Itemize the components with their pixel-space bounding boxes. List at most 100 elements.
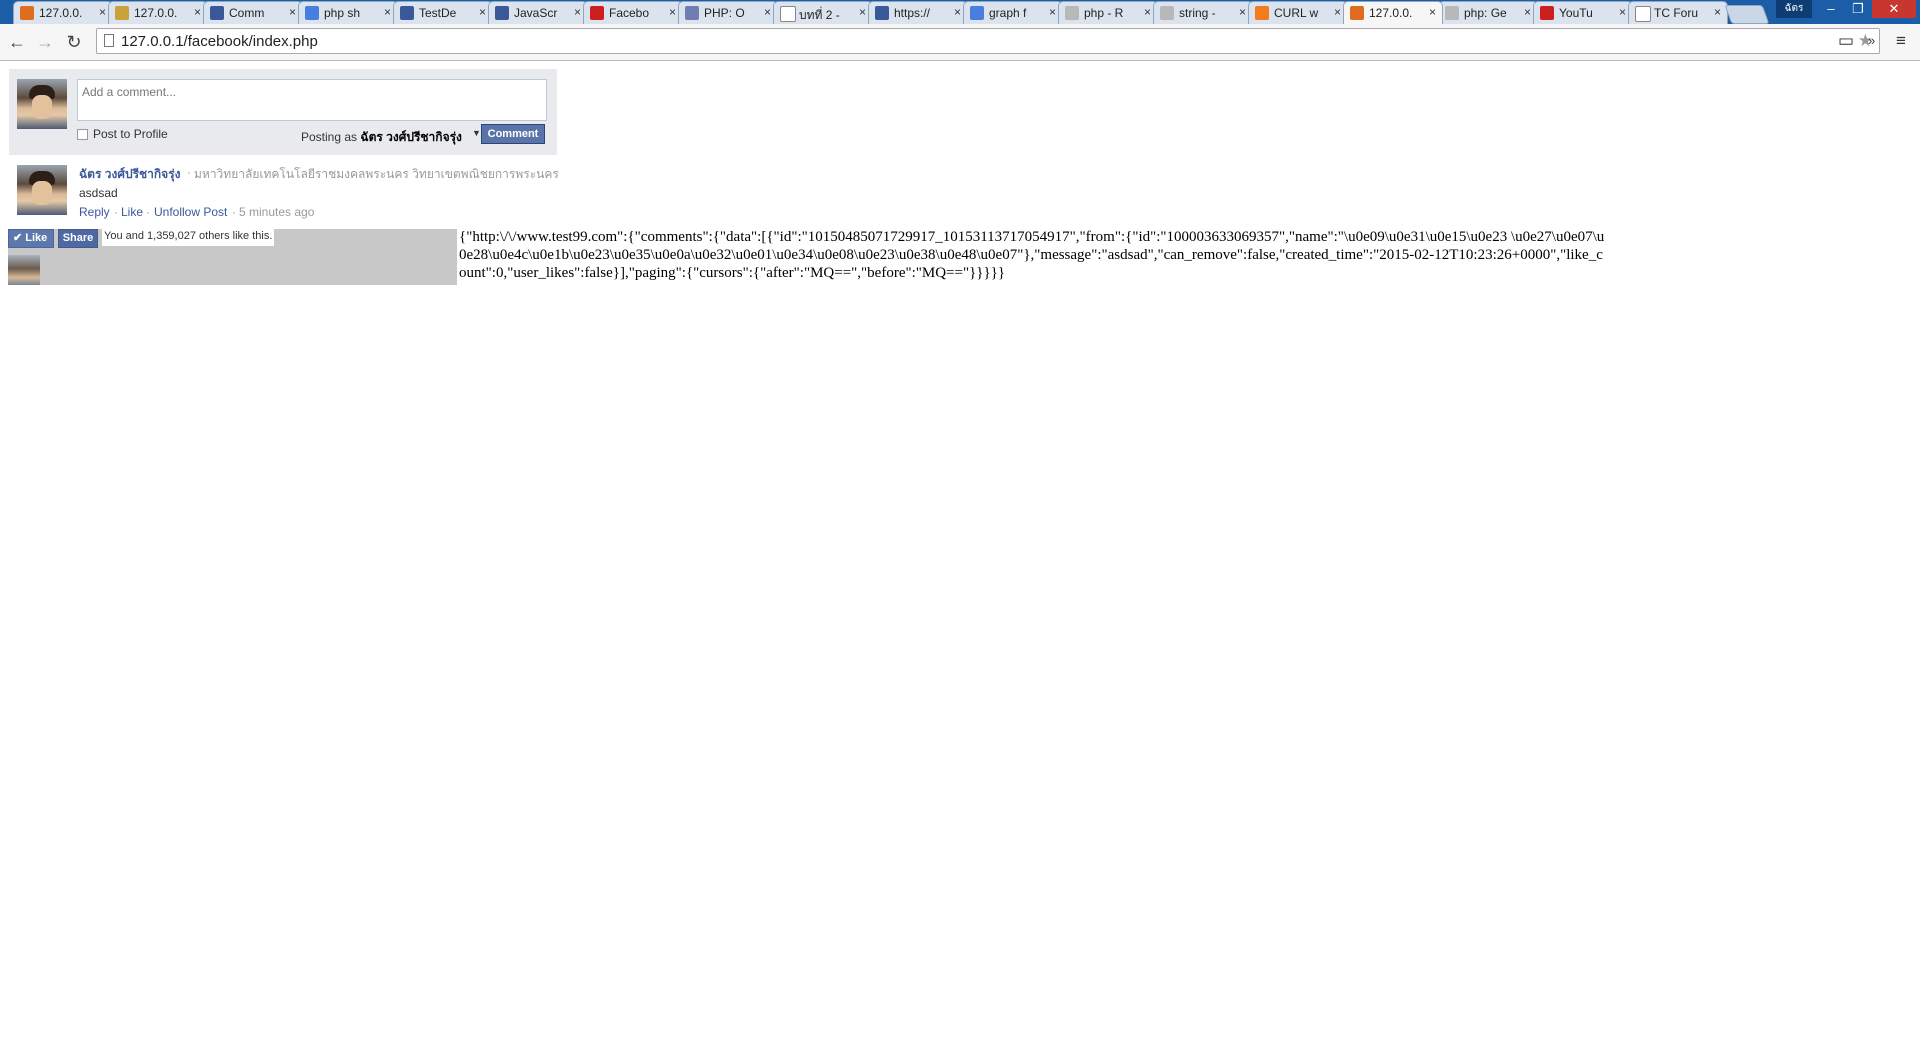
orange-site-icon xyxy=(1350,6,1364,20)
posting-as-prefix: Posting as xyxy=(301,130,358,144)
separator-dot: · xyxy=(114,205,118,219)
comment-affiliation: มหาวิทยาลัยเทคโนโลยีราชมงคลพระนคร วิทยาเ… xyxy=(194,167,559,181)
facebook-icon xyxy=(875,6,889,20)
tab[interactable]: บทที่ 2 - × xyxy=(773,1,873,24)
stack-icon xyxy=(1065,6,1079,20)
close-tab-icon[interactable]: × xyxy=(1524,5,1531,19)
caret-down-icon[interactable]: ▼ xyxy=(472,128,481,138)
tab[interactable]: 127.0.0. × xyxy=(108,1,208,24)
restore-icon[interactable]: ❐ xyxy=(1845,0,1871,18)
tab-label: 127.0.0. xyxy=(1369,6,1413,20)
tab-label: JavaScr xyxy=(514,6,558,20)
forward-arrow-icon[interactable]: → xyxy=(34,31,56,53)
tab[interactable]: graph f × xyxy=(963,1,1063,24)
close-tab-icon[interactable]: × xyxy=(1429,5,1436,19)
tab[interactable]: 127.0.0. × xyxy=(1343,1,1443,24)
like-button[interactable]: ✔ Like xyxy=(8,229,54,248)
close-tab-icon[interactable]: × xyxy=(954,5,961,19)
tab[interactable]: Facebo × xyxy=(583,1,683,24)
checkmark-icon: ✔ xyxy=(13,232,23,244)
close-tab-icon[interactable]: × xyxy=(574,5,581,19)
address-bar[interactable]: 127.0.0.1/facebook/index.php ★ xyxy=(96,28,1880,54)
close-tab-icon[interactable]: × xyxy=(479,5,486,19)
tab-strip: 127.0.0. × 127.0.0. × Comm × php sh × TestDe × Jav… xyxy=(0,0,1920,24)
separator-dot: · xyxy=(146,205,150,219)
like-link[interactable]: Like xyxy=(121,205,143,219)
tab[interactable]: string - × xyxy=(1153,1,1253,24)
close-tab-icon[interactable]: × xyxy=(1239,5,1246,19)
youtube-icon xyxy=(590,6,604,20)
stack-icon xyxy=(1445,6,1459,20)
close-tab-icon[interactable]: × xyxy=(1049,5,1056,19)
profile-badge[interactable]: ฉัตร xyxy=(1776,0,1812,18)
cast-icon[interactable]: ▭ xyxy=(1838,31,1854,51)
posting-as-name: ฉัตร วงศ์ปรีชากิจรุ่ง xyxy=(360,130,462,144)
tab[interactable]: 127.0.0. × xyxy=(13,1,113,24)
close-tab-icon[interactable]: × xyxy=(1714,5,1721,19)
tab[interactable]: php sh × xyxy=(298,1,398,24)
tab-label: Facebo xyxy=(609,6,650,20)
tab-label: string - xyxy=(1179,6,1216,20)
tab[interactable]: JavaScr × xyxy=(488,1,588,24)
close-tab-icon[interactable]: × xyxy=(384,5,391,19)
comment-avatar[interactable] xyxy=(17,165,67,215)
tab-label: บทที่ 2 - xyxy=(799,8,840,22)
page-icon xyxy=(780,6,796,22)
tab-label: 127.0.0. xyxy=(39,6,83,20)
youtube-icon xyxy=(1540,6,1554,20)
tab[interactable]: https:// × xyxy=(868,1,968,24)
close-window-icon[interactable]: ✕ xyxy=(1872,0,1916,18)
tab-label: graph f xyxy=(989,6,1027,20)
google-icon xyxy=(970,6,984,20)
close-tab-icon[interactable]: × xyxy=(669,5,676,19)
orange-site-icon xyxy=(20,6,34,20)
tab[interactable]: PHP: O × xyxy=(678,1,778,24)
back-arrow-icon[interactable]: ← xyxy=(6,31,28,53)
close-tab-icon[interactable]: × xyxy=(859,5,866,19)
url-text[interactable]: 127.0.0.1/facebook/index.php xyxy=(121,33,318,50)
post-to-profile-checkbox[interactable] xyxy=(77,129,88,140)
comment-button[interactable]: Comment xyxy=(481,124,545,144)
tab[interactable]: YouTu × xyxy=(1533,1,1633,24)
stack-icon xyxy=(1160,6,1174,20)
posting-as[interactable]: Posting as ฉัตร วงศ์ปรีชากิจรุ่ง xyxy=(301,128,462,147)
minimize-icon[interactable]: – xyxy=(1818,0,1844,18)
tab[interactable]: php: Ge × xyxy=(1438,1,1538,24)
comment-author[interactable]: ฉัตร วงศ์ปรีชากิจรุ่ง xyxy=(79,165,181,184)
facebook-icon xyxy=(210,6,224,20)
close-tab-icon[interactable]: × xyxy=(289,5,296,19)
tab[interactable]: Comm × xyxy=(203,1,303,24)
facebook-icon xyxy=(400,6,414,20)
comment-input[interactable]: Add a comment... xyxy=(77,79,547,121)
extensions-overflow-icon[interactable]: » xyxy=(1868,33,1875,48)
tab-label: TC Foru xyxy=(1654,6,1699,20)
browser-toolbar: ← → ↻ 127.0.0.1/facebook/index.php ★ ▭ »… xyxy=(0,24,1920,61)
tab-label: CURL w xyxy=(1274,6,1319,20)
unfollow-post-link[interactable]: Unfollow Post xyxy=(154,205,227,219)
like-count-text: You and 1,359,027 others like this. xyxy=(102,229,275,246)
tab-label: TestDe xyxy=(419,6,457,20)
friend-avatar[interactable] xyxy=(8,255,40,285)
close-tab-icon[interactable]: × xyxy=(1334,5,1341,19)
tab[interactable]: TestDe × xyxy=(393,1,493,24)
separator-dot: · xyxy=(232,205,236,219)
comment-composer: Add a comment... Post to Profile Posting… xyxy=(9,69,557,155)
tab[interactable]: CURL w × xyxy=(1248,1,1348,24)
close-tab-icon[interactable]: × xyxy=(1144,5,1151,19)
tab-label: https:// xyxy=(894,6,931,20)
facebook-icon xyxy=(495,6,509,20)
close-tab-icon[interactable]: × xyxy=(194,5,201,19)
close-tab-icon[interactable]: × xyxy=(764,5,771,19)
tab[interactable]: TC Foru × xyxy=(1628,1,1728,24)
share-button[interactable]: Share xyxy=(58,229,98,248)
close-tab-icon[interactable]: × xyxy=(1619,5,1626,19)
post-to-profile-label: Post to Profile xyxy=(93,127,168,141)
avatar xyxy=(17,79,67,129)
close-tab-icon[interactable]: × xyxy=(99,5,106,19)
reply-link[interactable]: Reply xyxy=(79,205,110,219)
tab[interactable]: php - R × xyxy=(1058,1,1158,24)
reload-icon[interactable]: ↻ xyxy=(63,31,85,53)
new-tab-button[interactable] xyxy=(1724,5,1770,24)
menu-icon[interactable]: ≡ xyxy=(1896,31,1906,51)
comment-timestamp: 5 minutes ago xyxy=(239,205,315,219)
